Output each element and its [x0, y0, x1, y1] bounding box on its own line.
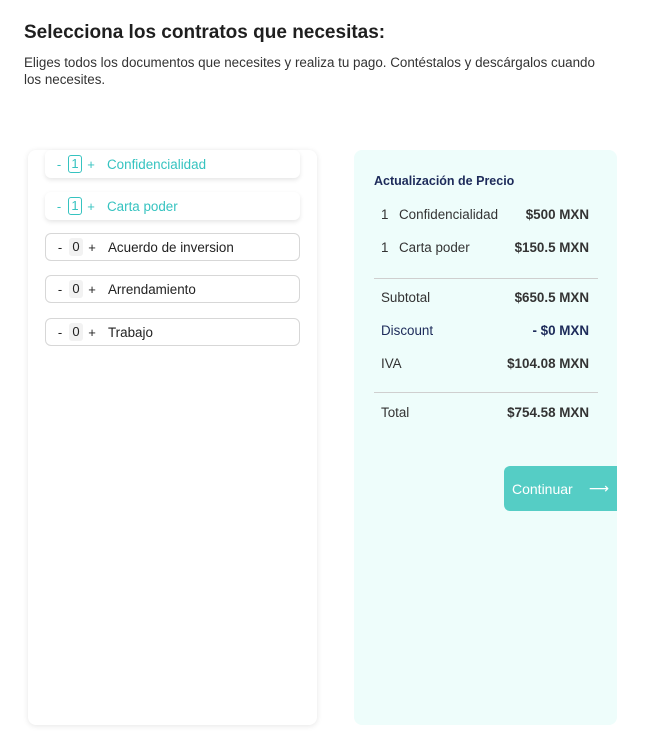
- summary-divider: [374, 278, 598, 279]
- quantity-stepper: - 0 +: [46, 280, 106, 298]
- discount-amount: - $0 MXN: [532, 323, 589, 338]
- contract-item-confidencialidad[interactable]: - 1 + Confidencialidad: [45, 150, 300, 178]
- contract-item-acuerdo-de-inversion[interactable]: - 0 + Acuerdo de inversion: [45, 233, 300, 261]
- decrement-button[interactable]: -: [53, 157, 65, 172]
- increment-button[interactable]: +: [86, 240, 98, 255]
- discount-row: Discount - $0 MXN: [381, 323, 589, 338]
- line-amount: $150.5 MXN: [514, 240, 589, 255]
- page-title: Selecciona los contratos que necesitas:: [24, 22, 386, 43]
- contract-item-arrendamiento[interactable]: - 0 + Arrendamiento: [45, 275, 300, 303]
- total-row: Total $754.58 MXN: [381, 405, 589, 420]
- summary-divider: [374, 392, 598, 393]
- decrement-button[interactable]: -: [54, 240, 66, 255]
- quantity-stepper: - 0 +: [46, 323, 106, 341]
- contract-item-trabajo[interactable]: - 0 + Trabajo: [45, 318, 300, 346]
- discount-label: Discount: [381, 323, 434, 338]
- subtotal-row: Subtotal $650.5 MXN: [381, 290, 589, 305]
- line-amount: $500 MXN: [525, 207, 589, 222]
- increment-button[interactable]: +: [86, 282, 98, 297]
- total-amount: $754.58 MXN: [507, 405, 589, 420]
- continue-button[interactable]: Continuar ⟶: [504, 466, 617, 511]
- summary-line-item: 1 Carta poder $150.5 MXN: [381, 240, 589, 255]
- quantity-stepper: - 1 +: [45, 155, 105, 173]
- decrement-button[interactable]: -: [54, 282, 66, 297]
- quantity-stepper: - 0 +: [46, 238, 106, 256]
- price-summary-title: Actualización de Precio: [374, 174, 515, 188]
- line-qty: 1: [381, 207, 389, 222]
- subtotal-amount: $650.5 MXN: [514, 290, 589, 305]
- price-summary-panel: Actualización de Precio 1 Confidencialid…: [354, 150, 617, 725]
- page-subtitle: Eliges todos los documentos que necesite…: [24, 55, 595, 87]
- quantity-value[interactable]: 1: [68, 197, 82, 215]
- quantity-value[interactable]: 1: [68, 155, 82, 173]
- increment-button[interactable]: +: [85, 157, 97, 172]
- increment-button[interactable]: +: [86, 325, 98, 340]
- contract-label: Carta poder: [107, 198, 178, 214]
- line-name: Confidencialidad: [399, 207, 499, 222]
- total-label: Total: [381, 405, 410, 420]
- continue-label: Continuar: [512, 480, 573, 497]
- line-qty: 1: [381, 240, 389, 255]
- line-name: Carta poder: [399, 240, 470, 255]
- subtotal-label: Subtotal: [381, 290, 431, 305]
- arrow-right-icon: ⟶: [588, 480, 609, 496]
- contract-label: Arrendamiento: [108, 281, 196, 297]
- contract-label: Acuerdo de inversion: [108, 239, 234, 255]
- summary-line-item: 1 Confidencialidad $500 MXN: [381, 207, 589, 222]
- quantity-value[interactable]: 0: [69, 280, 83, 298]
- page: Selecciona los contratos que necesitas: …: [0, 0, 647, 745]
- contract-label: Trabajo: [108, 324, 153, 340]
- decrement-button[interactable]: -: [54, 325, 66, 340]
- quantity-value[interactable]: 0: [69, 323, 83, 341]
- quantity-value[interactable]: 0: [69, 238, 83, 256]
- iva-amount: $104.08 MXN: [507, 356, 589, 371]
- contract-item-carta-poder[interactable]: - 1 + Carta poder: [45, 192, 300, 220]
- increment-button[interactable]: +: [85, 199, 97, 214]
- iva-row: IVA $104.08 MXN: [381, 356, 589, 371]
- decrement-button[interactable]: -: [53, 199, 65, 214]
- iva-label: IVA: [381, 356, 402, 371]
- contract-label: Confidencialidad: [107, 156, 207, 172]
- quantity-stepper: - 1 +: [45, 197, 105, 215]
